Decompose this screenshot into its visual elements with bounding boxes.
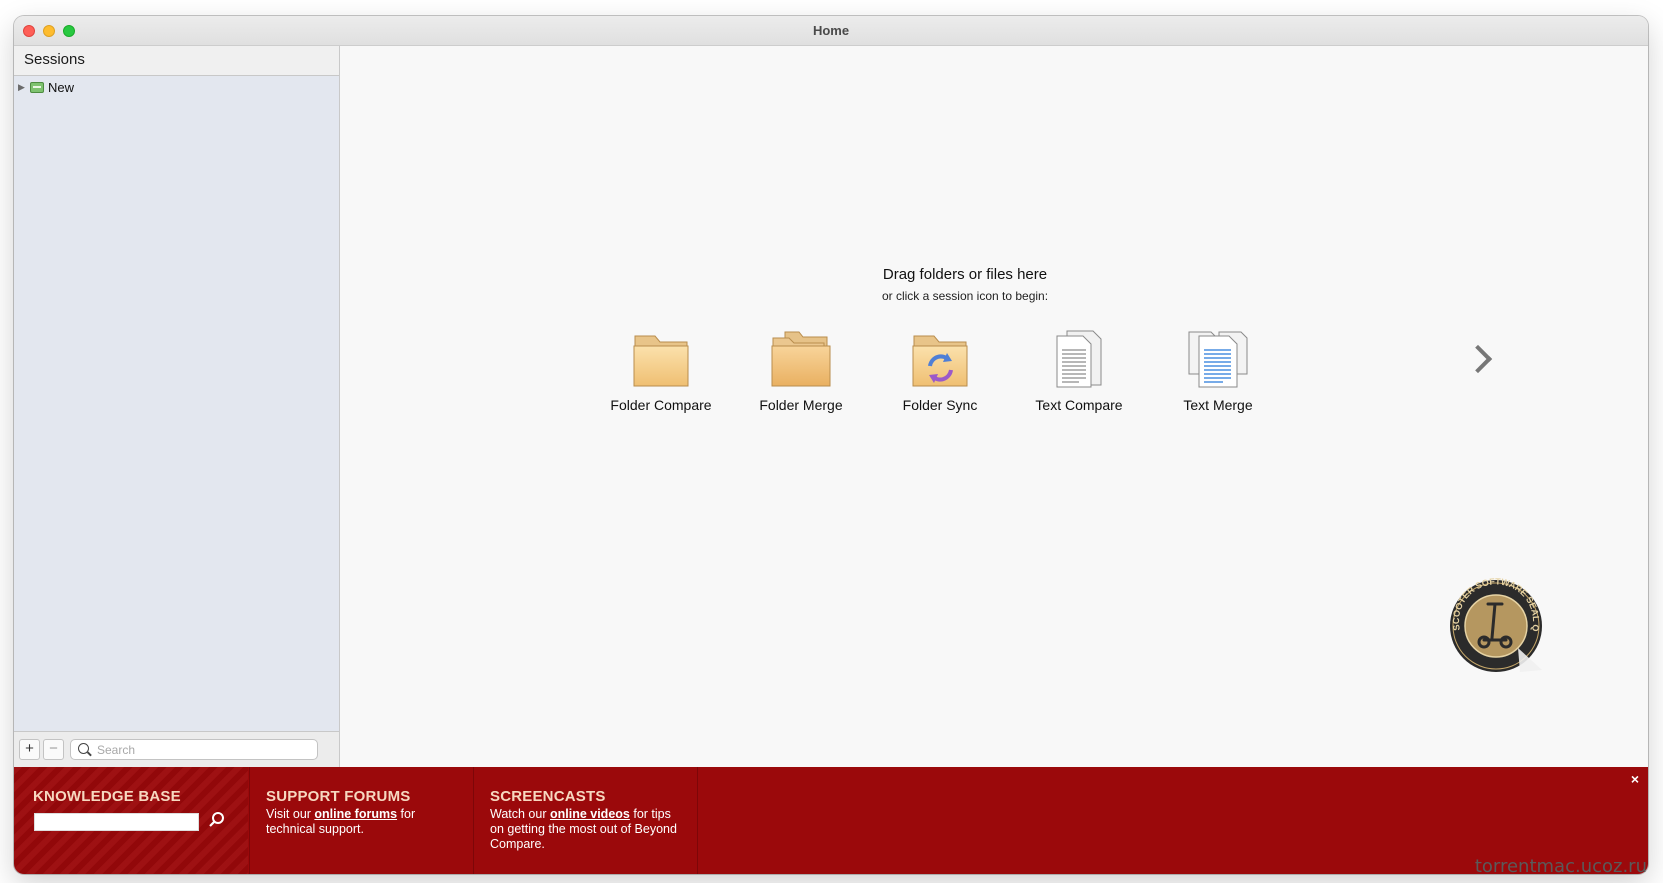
search-icon xyxy=(78,743,89,754)
text-documents-icon xyxy=(1056,330,1102,388)
search-placeholder: Search xyxy=(97,743,136,757)
knowledge-base-search-input[interactable] xyxy=(34,813,199,831)
folder-merge-session[interactable]: Folder Merge xyxy=(736,330,866,413)
add-session-button[interactable]: + xyxy=(19,739,40,760)
sessions-header: Sessions xyxy=(14,46,339,76)
app-window: Home Sessions ▶ New + − Search Drag fold… xyxy=(14,16,1648,874)
support-forums-heading: SUPPORT FORUMS xyxy=(266,788,411,805)
session-folder-icon xyxy=(30,81,44,93)
support-forums-panel: SUPPORT FORUMS Visit our online forums f… xyxy=(250,767,474,874)
text-merge-session[interactable]: Text Merge xyxy=(1153,330,1283,413)
home-panel: Drag folders or files here or click a se… xyxy=(340,46,1648,767)
watermark-text: torrentmac.ucoz.ru xyxy=(1474,856,1647,877)
screencasts-heading: SCREENCASTS xyxy=(490,788,606,805)
session-search-input[interactable]: Search xyxy=(70,739,318,760)
tree-item-label: New xyxy=(48,79,75,95)
knowledge-base-panel: KNOWLEDGE BASE xyxy=(14,767,250,874)
chevron-right-icon[interactable] xyxy=(1463,344,1493,374)
folder-icon xyxy=(633,335,689,387)
window-title: Home xyxy=(812,23,850,38)
session-label: Folder Sync xyxy=(902,397,978,413)
session-label: Folder Merge xyxy=(759,397,843,413)
session-label: Text Merge xyxy=(1183,397,1253,413)
knowledge-base-heading: KNOWLEDGE BASE xyxy=(33,788,181,805)
folder-sync-session[interactable]: Folder Sync xyxy=(875,330,1005,413)
folder-sync-icon xyxy=(912,335,968,387)
search-icon[interactable] xyxy=(208,811,226,829)
close-banner-button[interactable]: × xyxy=(1631,771,1639,787)
remove-session-button[interactable]: − xyxy=(43,739,64,760)
screencasts-panel: SCREENCASTS Watch our online videos for … xyxy=(474,767,698,874)
folder-compare-session[interactable]: Folder Compare xyxy=(596,330,726,413)
drag-instructions-title: Drag folders or files here xyxy=(882,266,1048,283)
support-forums-text: Visit our online forums for technical su… xyxy=(266,807,416,836)
sessions-sidebar: Sessions ▶ New + − Search xyxy=(14,46,340,767)
screencasts-text: Watch our online videos for tips on gett… xyxy=(490,807,677,851)
title-bar: Home xyxy=(14,16,1648,46)
online-videos-link[interactable]: online videos xyxy=(550,807,630,821)
disclosure-triangle-icon[interactable]: ▶ xyxy=(18,82,30,93)
text-compare-session[interactable]: Text Compare xyxy=(1014,330,1144,413)
quality-seal-logo: SCOOTER SOFTWARE SEAL QUALITY xyxy=(1448,578,1542,672)
help-banner: KNOWLEDGE BASE SUPPORT FORUMS Visit our … xyxy=(14,767,1648,874)
tree-item-new[interactable]: ▶ New xyxy=(18,78,74,96)
session-label: Folder Compare xyxy=(610,397,712,413)
sidebar-footer: + − Search xyxy=(14,731,339,767)
drag-instructions-subtitle: or click a session icon to begin: xyxy=(881,289,1049,303)
online-forums-link[interactable]: online forums xyxy=(314,807,397,821)
folder-stack-icon xyxy=(771,331,831,387)
session-label: Text Compare xyxy=(1035,397,1123,413)
text-merge-documents-icon xyxy=(1188,331,1248,388)
